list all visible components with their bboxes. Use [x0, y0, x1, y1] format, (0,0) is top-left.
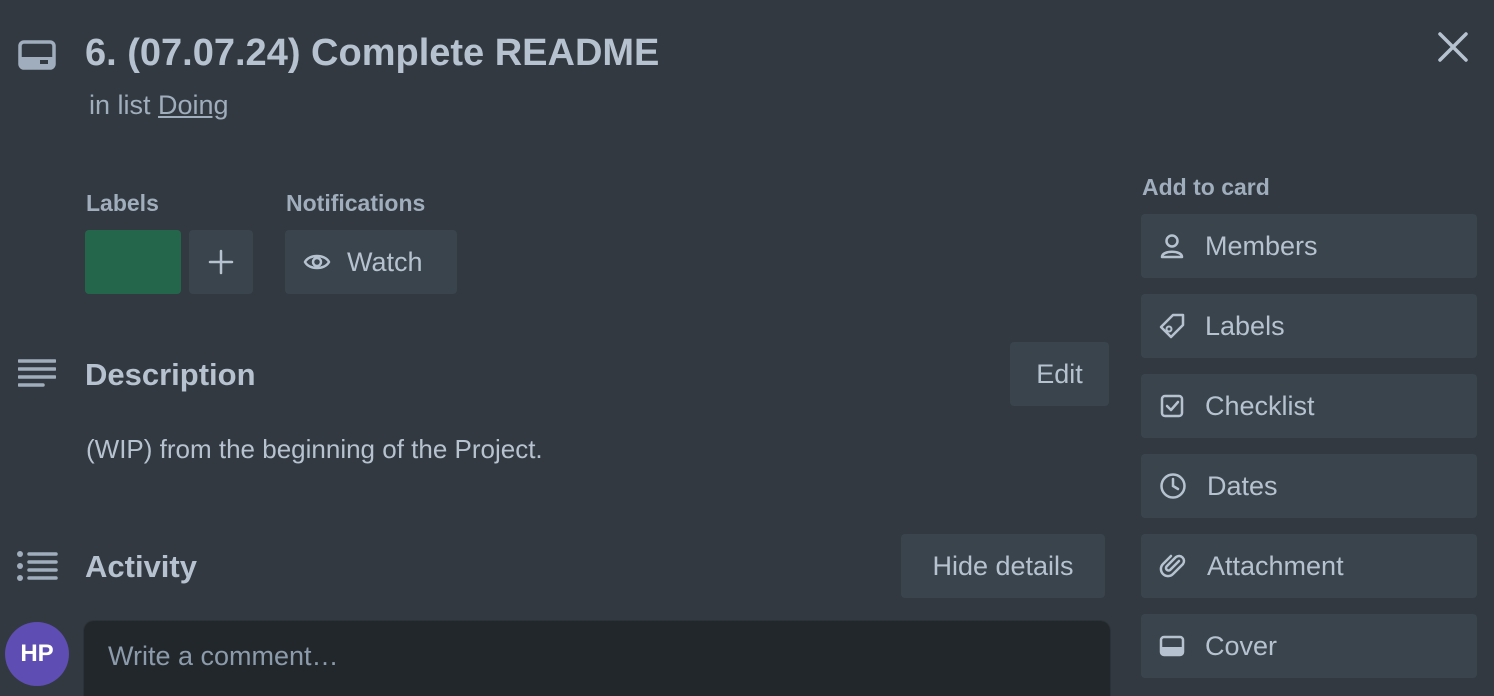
person-icon — [1160, 234, 1184, 259]
dates-button[interactable]: Dates — [1141, 454, 1477, 518]
description-heading: Description — [85, 357, 256, 392]
checklist-button[interactable]: Checklist — [1141, 374, 1477, 438]
eye-icon — [303, 254, 331, 270]
add-to-card-heading: Add to card — [1142, 174, 1270, 200]
plus-icon — [208, 249, 234, 275]
attachment-label: Attachment — [1207, 550, 1344, 581]
hide-details-button[interactable]: Hide details — [901, 534, 1105, 598]
list-prefix: in list — [89, 90, 151, 120]
label-chip[interactable] — [85, 230, 181, 294]
dates-label: Dates — [1207, 470, 1278, 501]
labels-label: Labels — [1205, 310, 1285, 341]
cover-icon — [1159, 635, 1185, 657]
clock-icon — [1160, 473, 1186, 499]
card-icon — [18, 40, 56, 70]
attachment-button[interactable]: Attachment — [1141, 534, 1477, 598]
card-title[interactable]: 6. (07.07.24) Complete README — [85, 32, 659, 75]
edit-description-button[interactable]: Edit — [1010, 342, 1109, 406]
description-text[interactable]: (WIP) from the beginning of the Project. — [86, 434, 543, 465]
cover-label: Cover — [1205, 630, 1278, 661]
add-label-button[interactable] — [189, 230, 253, 294]
list-link[interactable]: Doing — [158, 90, 229, 120]
activity-icon — [17, 551, 58, 581]
watch-label: Watch — [347, 246, 423, 277]
card-list-info: in list Doing — [89, 90, 229, 121]
tag-icon — [1159, 313, 1185, 339]
avatar[interactable]: HP — [5, 622, 69, 686]
labels-button[interactable]: Labels — [1141, 294, 1477, 358]
comment-input[interactable]: Write a comment… — [84, 621, 1110, 696]
checklist-label: Checklist — [1205, 390, 1315, 421]
members-button[interactable]: Members — [1141, 214, 1477, 278]
members-label: Members — [1205, 230, 1318, 261]
paperclip-icon — [1159, 554, 1186, 578]
labels-heading: Labels — [86, 190, 159, 216]
cover-button[interactable]: Cover — [1141, 614, 1477, 678]
checklist-icon — [1160, 394, 1184, 418]
description-icon — [18, 359, 56, 387]
activity-heading: Activity — [85, 549, 197, 584]
watch-button[interactable]: Watch — [285, 230, 457, 294]
notifications-heading: Notifications — [286, 190, 426, 216]
close-icon[interactable] — [1434, 28, 1472, 66]
